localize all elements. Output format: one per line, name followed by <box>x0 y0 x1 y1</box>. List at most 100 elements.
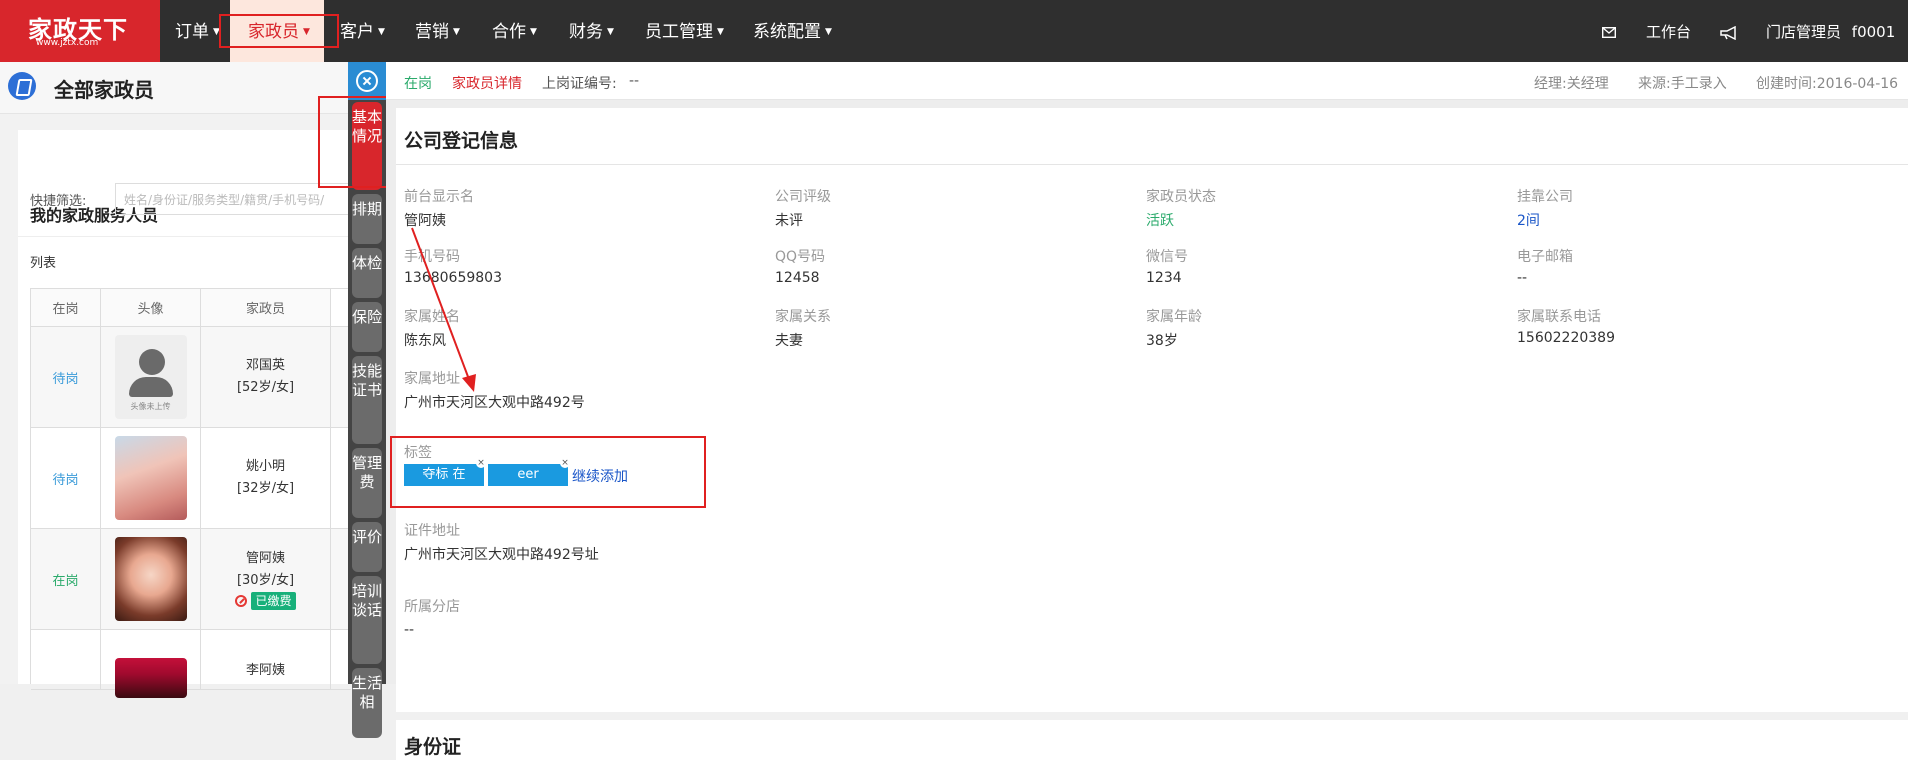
workbench-link[interactable]: 工作台 <box>1646 0 1691 62</box>
table-row[interactable]: 待岗 头像未上传 邓国英 [52岁/女] <box>31 327 351 428</box>
chevron-down-icon: ▼ <box>717 27 724 37</box>
row-name: 姚小明 <box>245 459 285 474</box>
tab-reviews[interactable]: 评价 <box>352 522 382 572</box>
user-menu[interactable]: 门店管理员 f0001 <box>1766 0 1895 62</box>
name-cell: 管阿姨 [30岁/女] 已缴费 <box>201 529 331 629</box>
table-row[interactable]: 李阿姨 <box>31 630 351 698</box>
megaphone-icon[interactable] <box>1720 0 1742 62</box>
tab-insurance[interactable]: 保险 <box>352 302 382 352</box>
paid-badge: 已缴费 <box>251 592 296 610</box>
avatar-placeholder: 头像未上传 <box>114 335 187 419</box>
close-icon <box>356 70 378 92</box>
row-status: 待岗 <box>31 428 101 528</box>
col-header-name: 家政员 <box>201 289 331 326</box>
row-status: 待岗 <box>31 327 101 427</box>
nav-orders[interactable]: 订单 ▼ <box>175 0 225 62</box>
tab-life-photos[interactable]: 生活相 <box>352 668 382 738</box>
user-id: f0001 <box>1851 23 1896 41</box>
field-value: 活跃 <box>1146 213 1174 229</box>
table-row[interactable]: 在岗 管阿姨 [30岁/女] 已缴费 <box>31 529 351 630</box>
row-name: 管阿姨 <box>245 551 285 566</box>
paid-status: 已缴费 <box>235 592 296 610</box>
avatar-cell <box>101 630 201 698</box>
highlight-box-tags <box>390 436 706 508</box>
row-status: 在岗 <box>31 529 101 629</box>
logo[interactable]: 家政天下 www.jztx.com <box>0 0 160 62</box>
avatar-cell <box>101 529 201 629</box>
field-value: 管阿姨 <box>404 213 446 229</box>
nav-marketing[interactable]: 营销 ▼ <box>415 0 475 62</box>
row-status <box>31 630 101 689</box>
nav-customers[interactable]: 客户 ▼ <box>340 0 390 62</box>
field-value: 夫妻 <box>775 333 803 349</box>
tab-management-fee[interactable]: 管理费 <box>352 448 382 518</box>
table-row[interactable]: 待岗 姚小明 [32岁/女] <box>31 428 351 529</box>
field-value: 15602220389 <box>1517 330 1615 346</box>
avatar-caption: 头像未上传 <box>130 402 171 411</box>
nav-staff[interactable]: 员工管理 ▼ <box>645 0 735 62</box>
cert-address-value: 广州市天河区大观中路492号址 <box>404 547 599 563</box>
person-icon <box>138 349 165 375</box>
nav-cooperation[interactable]: 合作 ▼ <box>492 0 552 62</box>
branch-value: -- <box>404 622 415 638</box>
field-label: 家政员状态 <box>1146 189 1216 205</box>
field-value: 12458 <box>775 270 820 286</box>
detail-link[interactable]: 家政员详情 <box>452 73 522 93</box>
row-meta: [30岁/女] <box>236 573 295 588</box>
row-name: 李阿姨 <box>245 663 285 678</box>
row-meta: [32岁/女] <box>236 481 295 496</box>
field-label: 公司评级 <box>775 189 831 205</box>
field-label: 前台显示名 <box>404 189 474 205</box>
field-label: QQ号码 <box>775 249 826 265</box>
field-label: 家属关系 <box>775 309 831 325</box>
section-title: 身份证 <box>404 736 462 758</box>
info-bar: 在岗 家政员详情 上岗证编号: -- 经理:关经理 来源:手工录入 创建时间:2… <box>386 62 1908 100</box>
source-info: 来源:手工录入 <box>1638 76 1727 92</box>
chevron-down-icon: ▼ <box>825 27 832 37</box>
tab-physical-exam[interactable]: 体检 <box>352 248 382 298</box>
chevron-down-icon: ▼ <box>530 27 537 37</box>
tab-training[interactable]: 培训谈话 <box>352 576 382 664</box>
mail-icon[interactable] <box>1601 0 1618 62</box>
close-panel-button[interactable] <box>348 62 386 100</box>
nav-config[interactable]: 系统配置 ▼ <box>753 0 843 62</box>
logo-url: www.jztx.com <box>36 38 99 48</box>
field-label: 电子邮箱 <box>1517 249 1573 265</box>
affiliated-company-link[interactable]: 2间 <box>1517 210 1540 230</box>
card-title: 公司登记信息 <box>404 130 519 152</box>
field-label: 家属年龄 <box>1146 309 1202 325</box>
id-card-section: 身份证 <box>396 720 1908 760</box>
license-value: -- <box>629 73 640 89</box>
nav-config-label: 系统配置 <box>753 22 821 42</box>
field-value: 1234 <box>1146 270 1182 286</box>
field-label: 家属联系电话 <box>1517 309 1601 325</box>
tab-schedule[interactable]: 排期 <box>352 194 382 244</box>
company-info-card: 公司登记信息 前台显示名 管阿姨 公司评级 未评 家政员状态 活跃 挂靠公司 2… <box>396 108 1908 712</box>
housekeeper-table: 在岗 头像 家政员 待岗 头像未上传 邓国英 [52岁/女] 待岗 姚小明 [3… <box>30 288 351 698</box>
nav-finance[interactable]: 财务 ▼ <box>569 0 629 62</box>
nav-marketing-label: 营销 <box>415 22 449 42</box>
field-label: 挂靠公司 <box>1517 189 1573 205</box>
nav-cooperation-label: 合作 <box>492 22 526 42</box>
row-meta: [52岁/女] <box>236 380 295 395</box>
quick-filter-label: 快捷筛选: <box>30 194 87 209</box>
field-label: 家属姓名 <box>404 309 460 325</box>
nav-customers-label: 客户 <box>340 22 374 42</box>
nav-orders-label: 订单 <box>175 22 209 42</box>
divider <box>396 164 1908 165</box>
chevron-down-icon: ▼ <box>607 27 614 37</box>
panel-header: 全部家政员 <box>0 62 350 114</box>
manager-info: 经理:关经理 <box>1534 76 1609 92</box>
nav-staff-label: 员工管理 <box>645 22 713 42</box>
list-label: 列表 <box>30 256 57 271</box>
field-value: -- <box>1517 270 1528 286</box>
cert-address-label: 证件地址 <box>404 523 460 539</box>
name-cell: 姚小明 [32岁/女] <box>201 428 331 528</box>
avatar <box>114 436 187 520</box>
name-cell: 李阿姨 <box>201 630 331 689</box>
field-label: 手机号码 <box>404 249 460 265</box>
created-date: 创建时间:2016-04-16 <box>1756 76 1899 92</box>
nav-finance-label: 财务 <box>569 22 603 42</box>
detail-panel: 在岗 家政员详情 上岗证编号: -- 经理:关经理 来源:手工录入 创建时间:2… <box>386 62 1908 760</box>
tab-certificates[interactable]: 技能证书 <box>352 356 382 444</box>
